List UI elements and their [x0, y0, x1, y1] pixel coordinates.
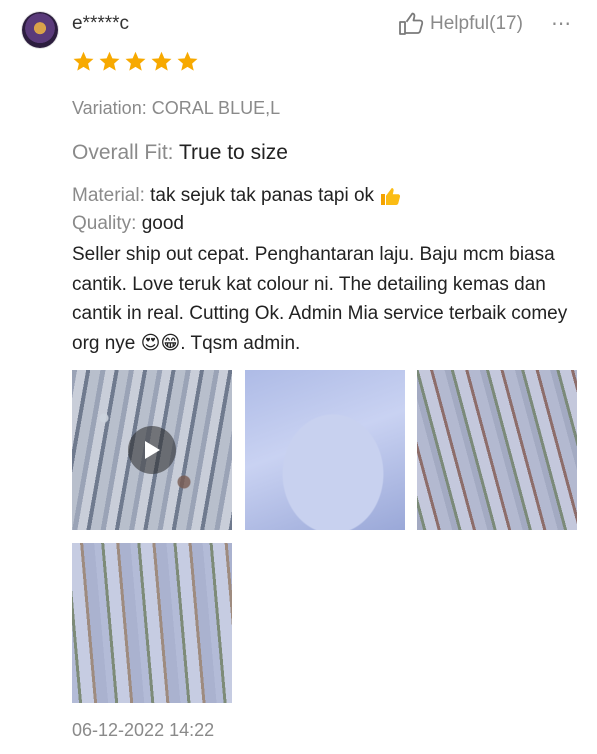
- variation-text: Variation: CORAL BLUE,L: [72, 98, 281, 118]
- review-comment-ending: . Tqsm admin.: [180, 332, 301, 354]
- star-icon: [151, 51, 172, 71]
- media-image-thumbnail[interactable]: [245, 370, 405, 530]
- helpful-count: Helpful(17): [430, 13, 523, 34]
- material-attribute: Material: tak sejuk tak panas tapi ok: [72, 185, 402, 207]
- material-label: Material:: [72, 185, 145, 206]
- review-comment-emojis: 😍😁: [140, 332, 181, 354]
- quality-attribute: Quality: good: [72, 213, 184, 235]
- more-options-button[interactable]: ⋯: [551, 11, 572, 36]
- play-icon[interactable]: [128, 426, 176, 474]
- thumbs-up-emoji-icon: [381, 188, 401, 205]
- helpful-button[interactable]: Helpful(17): [398, 12, 523, 36]
- media-image-thumbnail[interactable]: [417, 370, 577, 530]
- review-comment: Seller ship out cepat. Penghantaran laju…: [72, 240, 572, 358]
- star-icon: [99, 51, 120, 71]
- overall-fit-label: Overall Fit:: [72, 141, 174, 164]
- star-icon: [73, 51, 94, 71]
- star-icon: [177, 51, 198, 71]
- star-icon: [125, 51, 146, 71]
- media-image-thumbnail[interactable]: [72, 543, 232, 703]
- star-rating: [72, 50, 199, 73]
- review-timestamp: 06-12-2022 14:22: [72, 720, 215, 740]
- overall-fit: Overall Fit: True to size: [72, 141, 288, 165]
- material-value: tak sejuk tak panas tapi ok: [150, 185, 375, 206]
- avatar[interactable]: [22, 12, 58, 48]
- overall-fit-value: True to size: [178, 141, 288, 164]
- reviewer-username: e*****c: [72, 13, 130, 34]
- quality-value: good: [141, 213, 184, 234]
- media-video-thumbnail[interactable]: [72, 370, 232, 530]
- quality-label: Quality:: [72, 213, 137, 234]
- thumbs-up-icon: [399, 12, 424, 35]
